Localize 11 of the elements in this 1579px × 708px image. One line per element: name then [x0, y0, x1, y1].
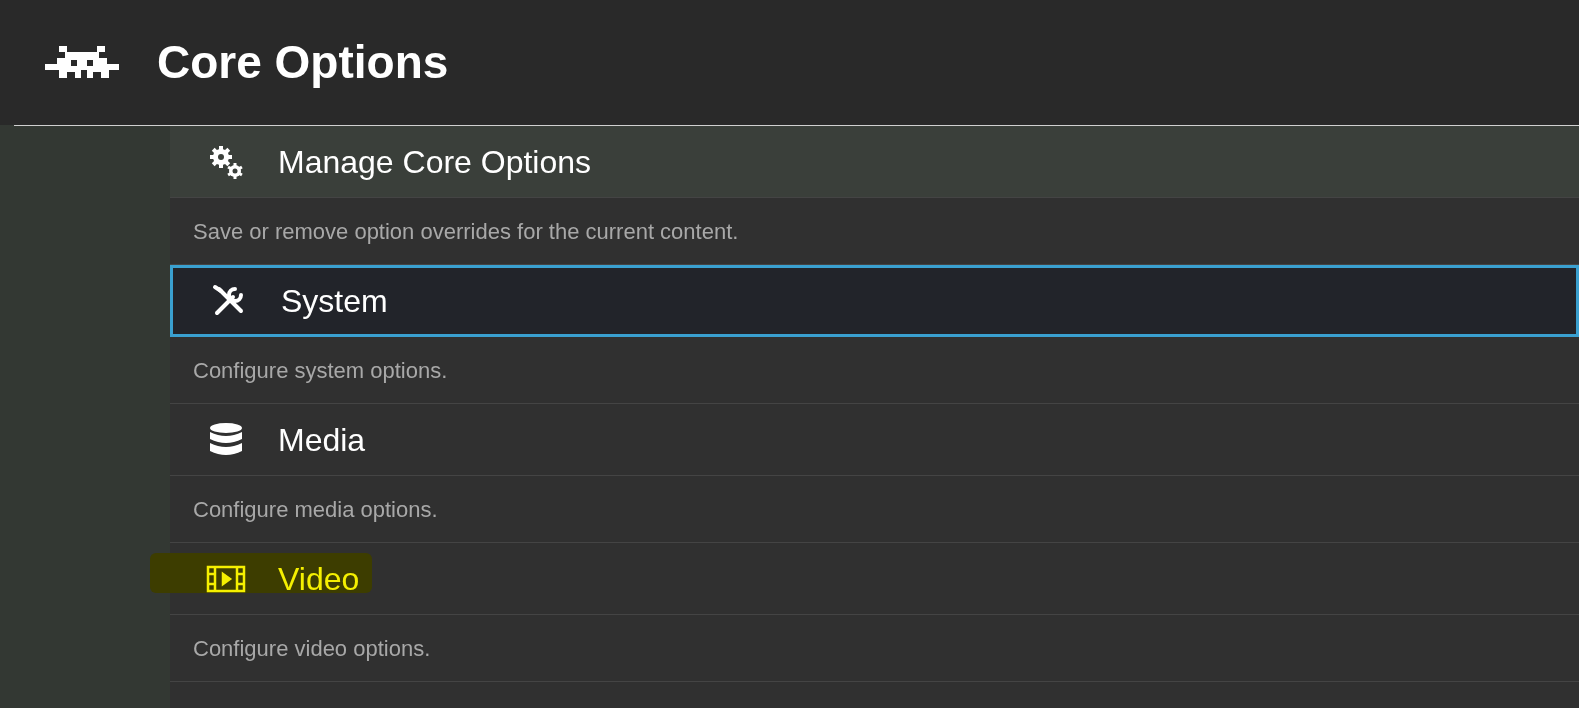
item-description: Configure media options. — [193, 495, 438, 524]
film-icon — [206, 563, 246, 594]
page-title: Core Options — [157, 35, 449, 90]
menu-item[interactable]: Video — [170, 543, 1579, 615]
menu-item[interactable]: Manage Core Options — [170, 126, 1579, 198]
item-description: Configure system options. — [193, 356, 448, 385]
item-description: Save or remove option overrides for the current content. — [193, 217, 739, 246]
database-icon — [209, 421, 243, 458]
menu-item[interactable]: System — [170, 265, 1579, 337]
item-description: Configure video options. — [193, 634, 431, 663]
menu-item[interactable]: Media — [170, 404, 1579, 476]
